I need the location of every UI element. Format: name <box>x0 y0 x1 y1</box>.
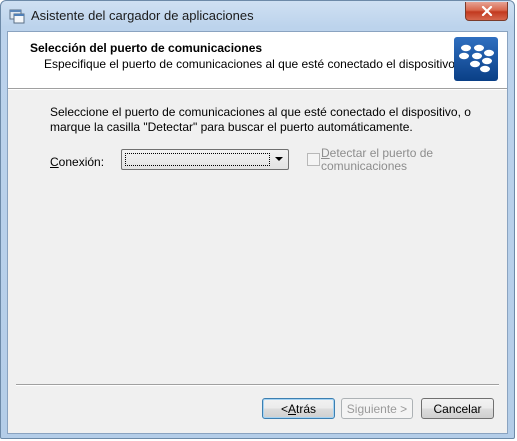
window-title: Asistente del cargador de aplicaciones <box>31 8 254 23</box>
connection-port-selected-value <box>125 153 270 166</box>
page-title: Selección del puerto de comunicaciones <box>30 41 263 55</box>
footer-divider <box>16 384 499 386</box>
back-button-mnemonic: A <box>287 401 296 416</box>
wizard-header: Selección del puerto de comunicaciones E… <box>8 32 507 89</box>
connection-port-select[interactable] <box>121 149 289 170</box>
app-window-icon <box>9 9 25 24</box>
back-button[interactable]: < Atrás <box>262 398 335 419</box>
detect-label-line-2: comunicaciones <box>321 159 408 173</box>
back-button-prefix: < <box>280 401 288 416</box>
page-subtitle: Especifique el puerto de comunicaciones … <box>44 57 459 71</box>
detect-port-label: Detectar el puerto de comunicaciones <box>321 147 433 173</box>
title-bar[interactable]: Asistente del cargador de aplicaciones <box>1 1 514 31</box>
connection-label: Conexión: <box>50 155 104 169</box>
close-icon <box>481 6 492 16</box>
detect-label-line-1: etectar el puerto de <box>329 146 434 160</box>
instructions-line-1: Seleccione el puerto de comunicaciones a… <box>50 105 471 119</box>
next-button[interactable]: Siguiente > <box>341 398 413 419</box>
close-button[interactable] <box>465 2 508 21</box>
detect-label-mnemonic: D <box>321 146 330 160</box>
connection-label-mnemonic: C <box>50 155 59 169</box>
connection-label-text: onexión: <box>58 155 105 169</box>
installer-window: Asistente del cargador de aplicaciones S… <box>0 0 515 439</box>
instructions-text: Seleccione el puerto de comunicaciones a… <box>50 105 471 135</box>
header-divider <box>8 89 507 90</box>
blackberry-logo-icon <box>454 37 498 81</box>
back-button-text: trás <box>296 401 317 416</box>
detect-port-checkbox[interactable] <box>307 153 320 166</box>
cancel-button[interactable]: Cancelar <box>421 398 494 419</box>
instructions-line-2: marque la casilla "Detectar" para buscar… <box>50 120 413 134</box>
wizard-client-area: Selección del puerto de comunicaciones E… <box>7 31 508 434</box>
chevron-down-icon[interactable] <box>275 157 283 161</box>
